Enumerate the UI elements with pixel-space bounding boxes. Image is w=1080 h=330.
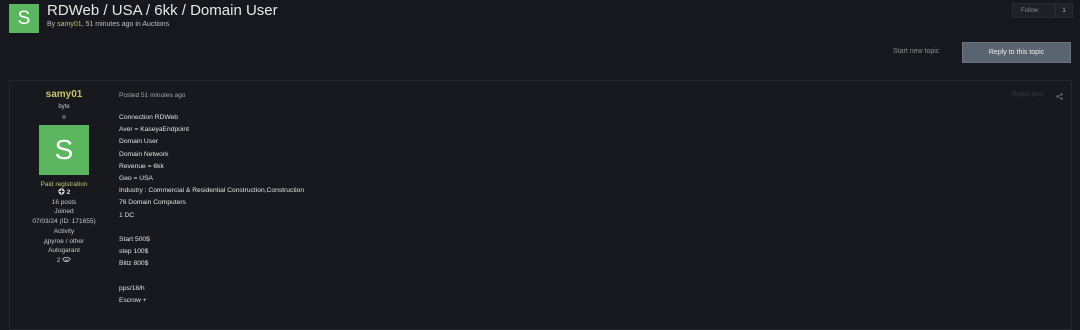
post-content: Connection RDWeb Aver = KaseyaEndpoint D… <box>119 112 304 307</box>
post-line: 1 DC <box>119 211 135 219</box>
joined-value: 07/03/24 (ID: 171655) <box>32 218 96 226</box>
post-author-rank: byte <box>58 104 70 110</box>
topic-meta-suffix: , 51 minutes ago in Auctions <box>81 21 170 28</box>
post-line: Revenue = 6kk <box>119 162 164 170</box>
post-line <box>119 222 304 234</box>
report-post-link[interactable]: Report post <box>1012 92 1043 98</box>
topic-meta: By samy01, 51 minutes ago in Auctions <box>47 21 169 28</box>
reputation-count: 2 <box>66 189 71 196</box>
share-icon[interactable] <box>1056 93 1063 100</box>
post-line: Escrow + <box>119 296 147 304</box>
activity-value: другое / other <box>43 237 85 245</box>
post-author-avatar[interactable]: S <box>39 125 89 175</box>
reputation-badge: 2 <box>20 188 108 198</box>
post-line: Aver = KaseyaEndpoint <box>119 126 189 134</box>
page-title: RDWeb / USA / 6kk / Domain User <box>47 2 278 19</box>
post-line: step 100$ <box>119 248 149 256</box>
post-line: Blitz 800$ <box>119 260 149 268</box>
post-line: Geo = USA <box>119 174 154 182</box>
post-line: Industry : Commercial & Residential Cons… <box>119 187 305 195</box>
online-status-icon <box>62 115 66 119</box>
post: samy01 byte S Paid registration 2 16 pos… <box>9 80 1072 330</box>
reputation-icon <box>58 188 65 195</box>
joined-label: Joined <box>54 208 74 216</box>
post-author-panel: samy01 byte S Paid registration 2 16 pos… <box>20 89 108 266</box>
follow-count: 1 <box>1055 4 1072 17</box>
reply-button[interactable]: Reply to this topic <box>962 42 1071 63</box>
post-line <box>119 270 304 282</box>
topic-author-link[interactable]: samy01 <box>57 21 82 28</box>
topic-author-avatar[interactable]: S <box>9 4 39 33</box>
avatar-letter: S <box>17 7 31 29</box>
autogarant-badge: 2 <box>20 256 108 266</box>
follow-button[interactable]: Follow 1 <box>1012 3 1073 18</box>
autogarant-label: Autogarant <box>48 247 80 255</box>
post-line: pps/18/h <box>119 284 145 292</box>
post-date[interactable]: Posted 51 minutes ago <box>119 92 186 99</box>
follow-label: Follow <box>1021 7 1039 14</box>
topic-meta-prefix: By <box>47 21 58 28</box>
post-line: Domain User <box>119 138 159 146</box>
start-new-topic-link[interactable]: Start new topic <box>893 48 939 55</box>
handshake-icon <box>62 256 71 263</box>
post-line: 76 Domain Computers <box>119 199 186 207</box>
activity-label: Activity <box>53 227 75 235</box>
post-author-name[interactable]: samy01 <box>20 89 108 100</box>
post-count: 16 posts <box>51 198 77 206</box>
post-line: Domain Network <box>119 150 169 158</box>
avatar-letter: S <box>54 134 74 165</box>
post-author-group: Paid registration <box>40 181 88 188</box>
autogarant-count: 2 <box>56 256 61 264</box>
post-line: Connection RDWeb <box>119 114 178 121</box>
post-line: Start 500$ <box>119 235 150 243</box>
